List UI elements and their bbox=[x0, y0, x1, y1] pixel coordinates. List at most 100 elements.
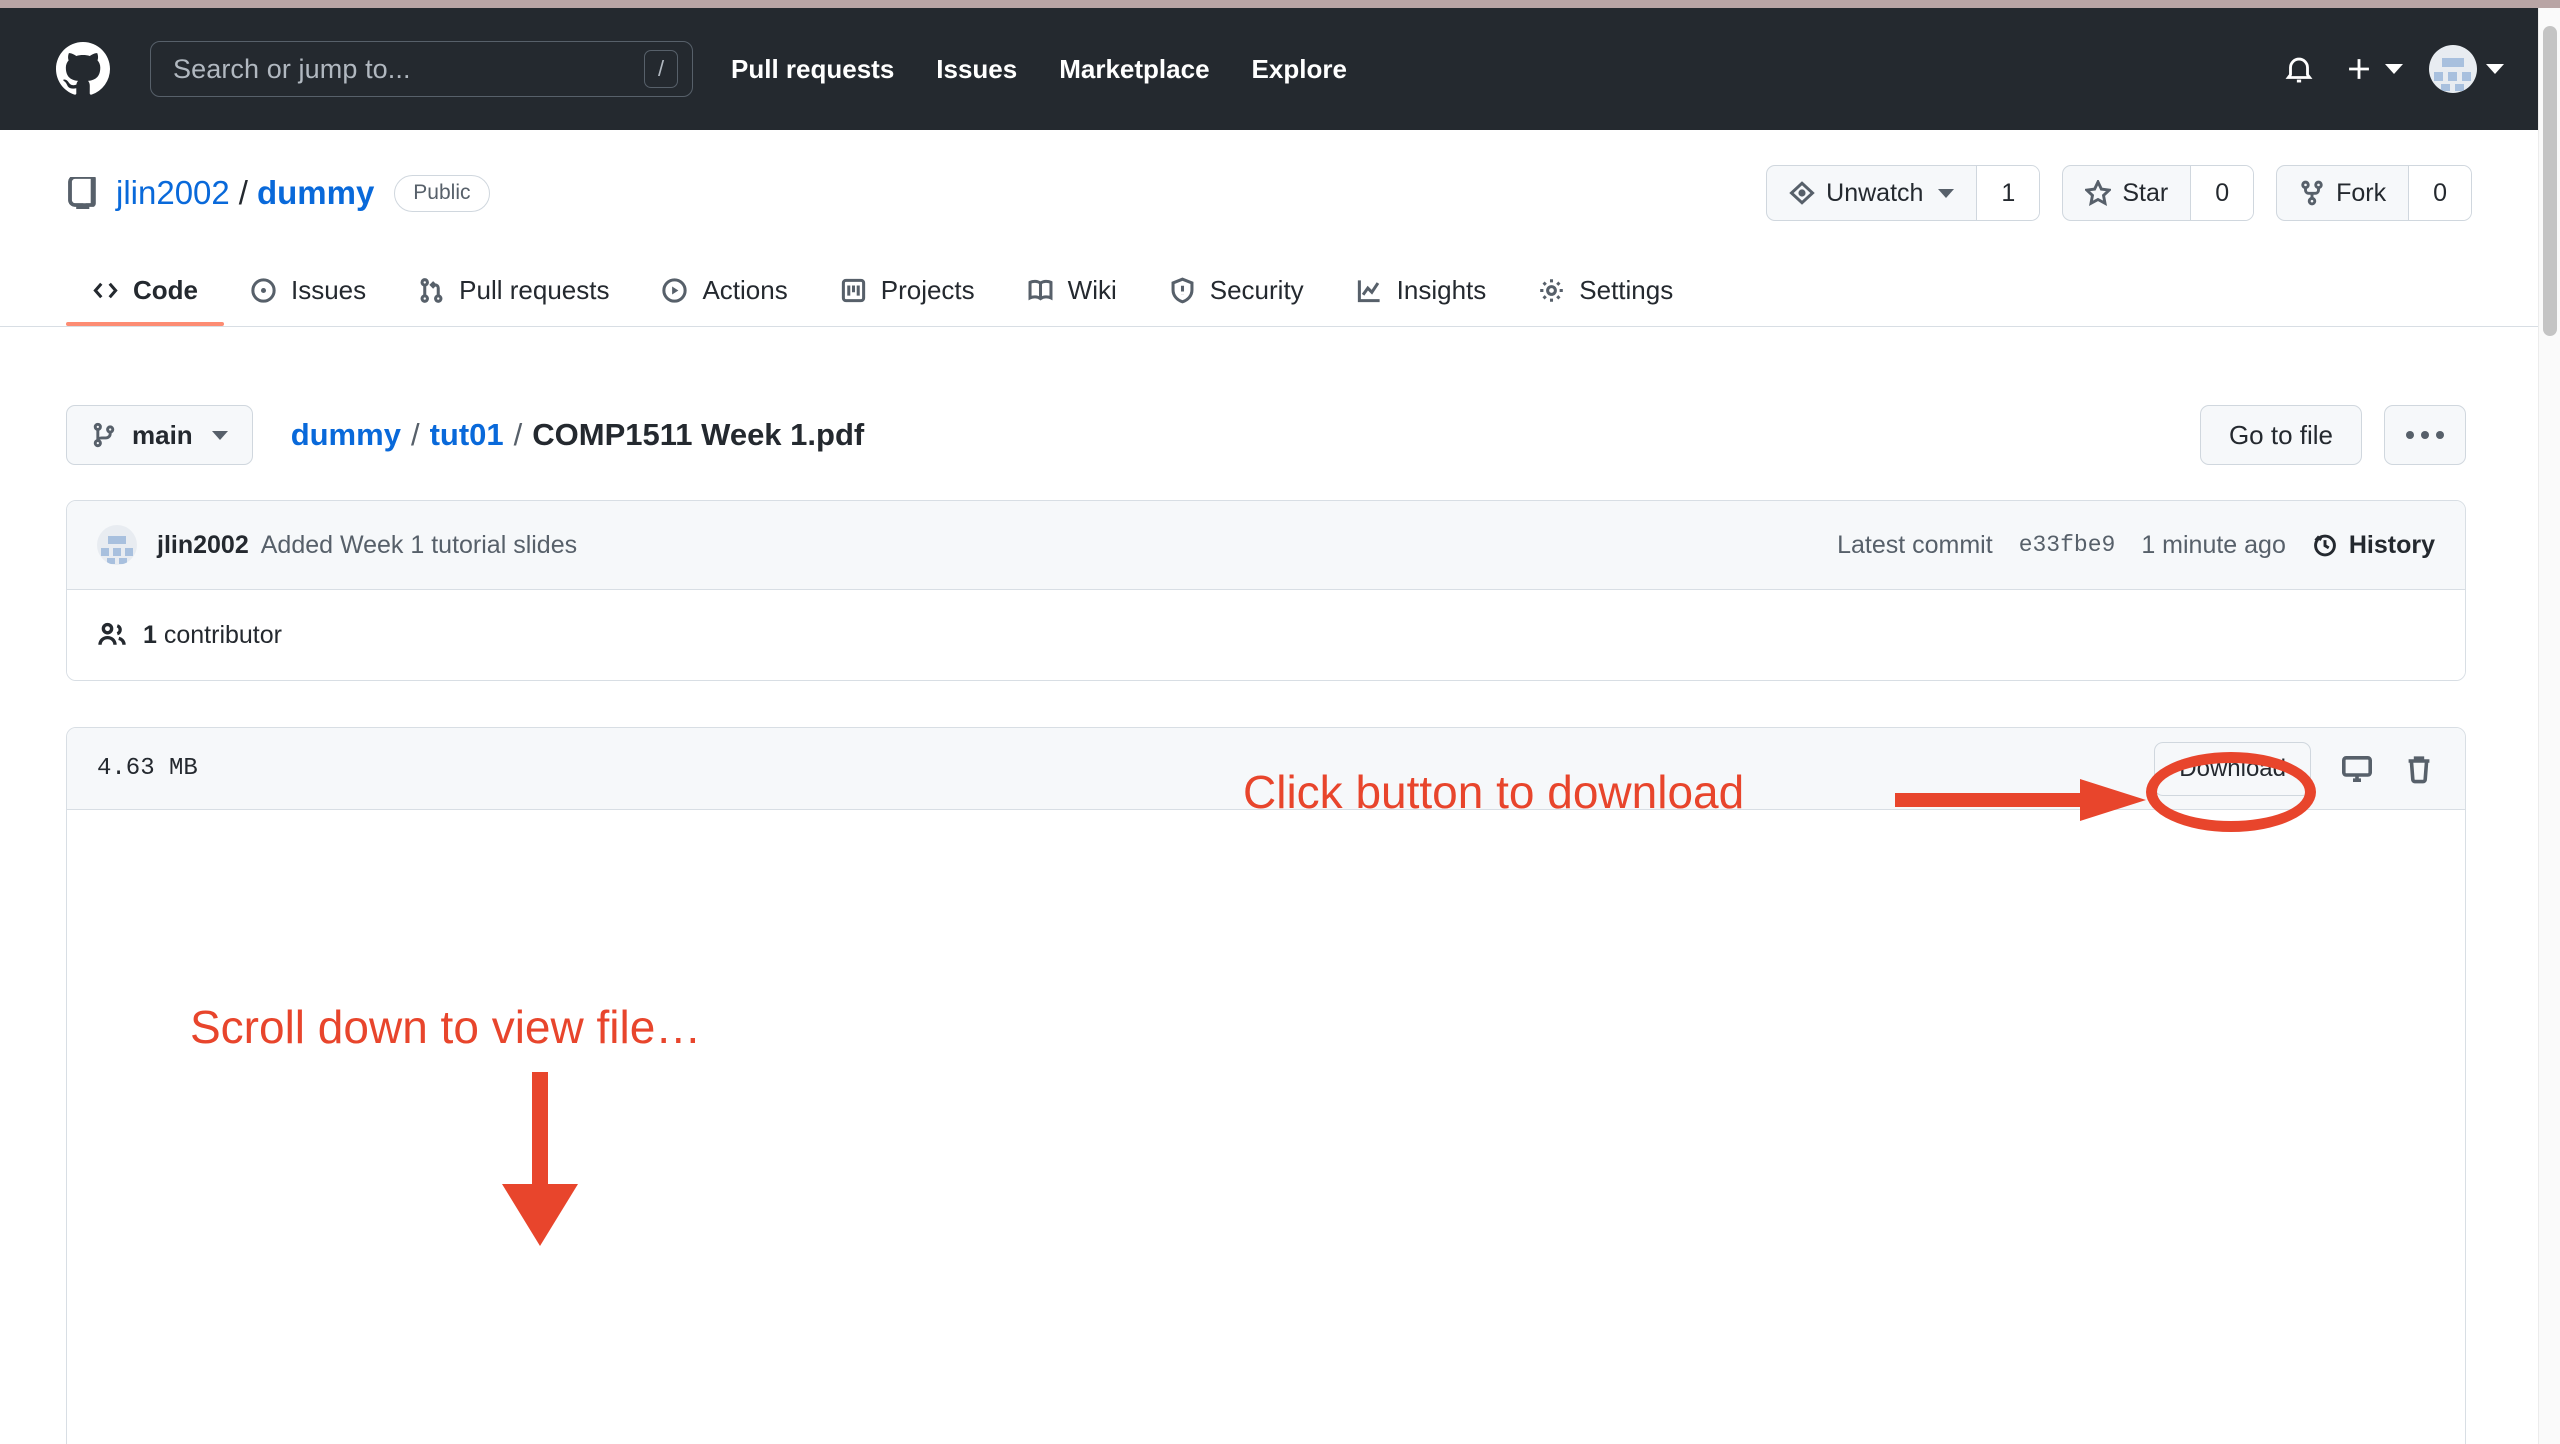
chevron-down-icon bbox=[2385, 64, 2403, 74]
star-label: Star bbox=[2122, 178, 2169, 207]
tab-pull-requests[interactable]: Pull requests bbox=[392, 275, 635, 326]
tab-issues[interactable]: Issues bbox=[224, 275, 392, 326]
device-desktop-icon[interactable] bbox=[2341, 753, 2373, 785]
file-nav-row: main dummy / tut01 / COMP1511 Week 1.pdf… bbox=[66, 400, 2466, 470]
kebab-dot bbox=[2436, 431, 2444, 439]
breadcrumb-separator: / bbox=[410, 417, 420, 452]
chevron-down-icon bbox=[1938, 188, 1955, 198]
github-file-page: Search or jump to... / Pull requests Iss… bbox=[0, 0, 2560, 1444]
star-button-group[interactable]: Star 0 bbox=[2062, 165, 2255, 221]
graph-icon bbox=[1357, 280, 1380, 303]
tab-insights-label: Insights bbox=[1396, 275, 1487, 305]
browser-chrome-strip bbox=[0, 0, 2560, 8]
commit-meta: Latest commit e33fbe9 1 minute ago Histo… bbox=[1837, 531, 2435, 560]
tab-code-label: Code bbox=[133, 275, 198, 305]
search-input[interactable]: Search or jump to... / bbox=[150, 41, 693, 97]
contributors-text[interactable]: 1 contributor bbox=[143, 621, 282, 650]
more-options-button[interactable] bbox=[2384, 405, 2466, 465]
search-placeholder: Search or jump to... bbox=[173, 53, 411, 84]
contributors-row: 1 contributor bbox=[67, 590, 2465, 680]
contributors-count: 1 bbox=[143, 620, 157, 649]
star-count[interactable]: 0 bbox=[2190, 166, 2254, 220]
watch-button-group[interactable]: Unwatch 1 bbox=[1766, 165, 2041, 221]
tab-projects[interactable]: Projects bbox=[814, 275, 1001, 326]
fork-label: Fork bbox=[2336, 178, 2387, 207]
breadcrumb-folder[interactable]: tut01 bbox=[430, 417, 504, 453]
latest-commit-row: jlin2002 Added Week 1 tutorial slides La… bbox=[67, 501, 2465, 590]
search-shortcut-key: / bbox=[644, 50, 678, 88]
tab-issues-label: Issues bbox=[291, 275, 367, 305]
breadcrumb-filename: COMP1511 Week 1.pdf bbox=[532, 417, 865, 452]
tab-projects-label: Projects bbox=[880, 275, 975, 305]
header-right-actions bbox=[2282, 45, 2504, 93]
file-viewer-box: 4.63 MB Download bbox=[66, 727, 2466, 1444]
history-label: History bbox=[2348, 530, 2435, 559]
header-nav-marketplace[interactable]: Marketplace bbox=[1059, 54, 1209, 85]
github-mark-icon[interactable] bbox=[56, 42, 110, 96]
tab-wiki-label: Wiki bbox=[1067, 275, 1117, 305]
plus-icon bbox=[2349, 59, 2369, 79]
fork-button-group[interactable]: Fork 0 bbox=[2276, 165, 2472, 221]
fork-count[interactable]: 0 bbox=[2408, 166, 2471, 220]
people-icon bbox=[98, 622, 126, 645]
unwatch-button[interactable]: Unwatch bbox=[1767, 166, 1976, 220]
gear-icon bbox=[1540, 279, 1564, 302]
repo-name-link[interactable]: dummy bbox=[257, 174, 374, 212]
project-board-icon bbox=[841, 278, 865, 303]
commit-box: jlin2002 Added Week 1 tutorial slides La… bbox=[66, 500, 2466, 681]
latest-commit-label: Latest commit bbox=[1837, 530, 1993, 559]
branch-name: main bbox=[132, 419, 193, 450]
chevron-down-icon bbox=[211, 430, 228, 440]
header-nav-pull-requests[interactable]: Pull requests bbox=[731, 54, 894, 85]
code-icon bbox=[93, 282, 118, 299]
contributors-label: contributor bbox=[163, 620, 282, 649]
commit-sha[interactable]: e33fbe9 bbox=[2019, 532, 2116, 558]
breadcrumb: dummy / tut01 / COMP1511 Week 1.pdf bbox=[291, 417, 865, 453]
repo-owner-link[interactable]: jlin2002 bbox=[116, 174, 230, 212]
tab-code[interactable]: Code bbox=[66, 275, 224, 326]
git-branch-icon bbox=[93, 422, 115, 448]
commit-time: 1 minute ago bbox=[2141, 530, 2286, 559]
repo-book-icon bbox=[68, 177, 96, 209]
page-scrollbar-thumb[interactable] bbox=[2543, 26, 2557, 336]
profile-menu-button[interactable] bbox=[2429, 45, 2504, 93]
create-new-button[interactable] bbox=[2342, 52, 2403, 86]
shield-icon bbox=[1171, 277, 1194, 304]
tab-actions-label: Actions bbox=[702, 275, 788, 305]
page-scrollbar[interactable] bbox=[2538, 8, 2560, 1444]
tab-settings[interactable]: Settings bbox=[1512, 275, 1699, 326]
file-viewer-header: 4.63 MB Download bbox=[67, 728, 2465, 810]
book-icon bbox=[1028, 279, 1053, 301]
file-size: 4.63 MB bbox=[97, 755, 198, 782]
star-icon bbox=[2085, 180, 2112, 206]
trash-icon[interactable] bbox=[2403, 753, 2435, 785]
breadcrumb-root[interactable]: dummy bbox=[291, 417, 401, 453]
history-link[interactable]: History bbox=[2312, 531, 2435, 560]
bell-icon[interactable] bbox=[2282, 52, 2316, 86]
header-nav-explore[interactable]: Explore bbox=[1252, 54, 1347, 85]
fork-button[interactable]: Fork bbox=[2277, 166, 2408, 220]
repo-visibility-badge: Public bbox=[394, 174, 490, 212]
star-button[interactable]: Star bbox=[2063, 166, 2190, 220]
fork-icon bbox=[2301, 180, 2323, 206]
play-icon bbox=[662, 278, 688, 303]
kebab-dot bbox=[2421, 431, 2429, 439]
global-header: Search or jump to... / Pull requests Iss… bbox=[0, 8, 2538, 130]
tab-wiki[interactable]: Wiki bbox=[1001, 275, 1143, 326]
branch-selector[interactable]: main bbox=[66, 405, 253, 465]
commit-author-name[interactable]: jlin2002 bbox=[157, 531, 249, 560]
eye-icon bbox=[1789, 181, 1815, 205]
header-nav-issues[interactable]: Issues bbox=[936, 54, 1017, 85]
tab-security[interactable]: Security bbox=[1143, 275, 1330, 326]
chevron-down-icon bbox=[2486, 64, 2504, 74]
download-button[interactable]: Download bbox=[2154, 741, 2311, 796]
commit-author-avatar[interactable] bbox=[97, 525, 137, 565]
commit-message[interactable]: Added Week 1 tutorial slides bbox=[261, 531, 577, 560]
file-viewer-actions: Download bbox=[2154, 741, 2435, 796]
tab-actions[interactable]: Actions bbox=[635, 275, 813, 326]
avatar bbox=[2429, 45, 2477, 93]
file-nav-actions: Go to file bbox=[2199, 405, 2466, 465]
watch-count[interactable]: 1 bbox=[1976, 166, 2040, 220]
go-to-file-button[interactable]: Go to file bbox=[2199, 405, 2362, 465]
tab-insights[interactable]: Insights bbox=[1330, 275, 1513, 326]
